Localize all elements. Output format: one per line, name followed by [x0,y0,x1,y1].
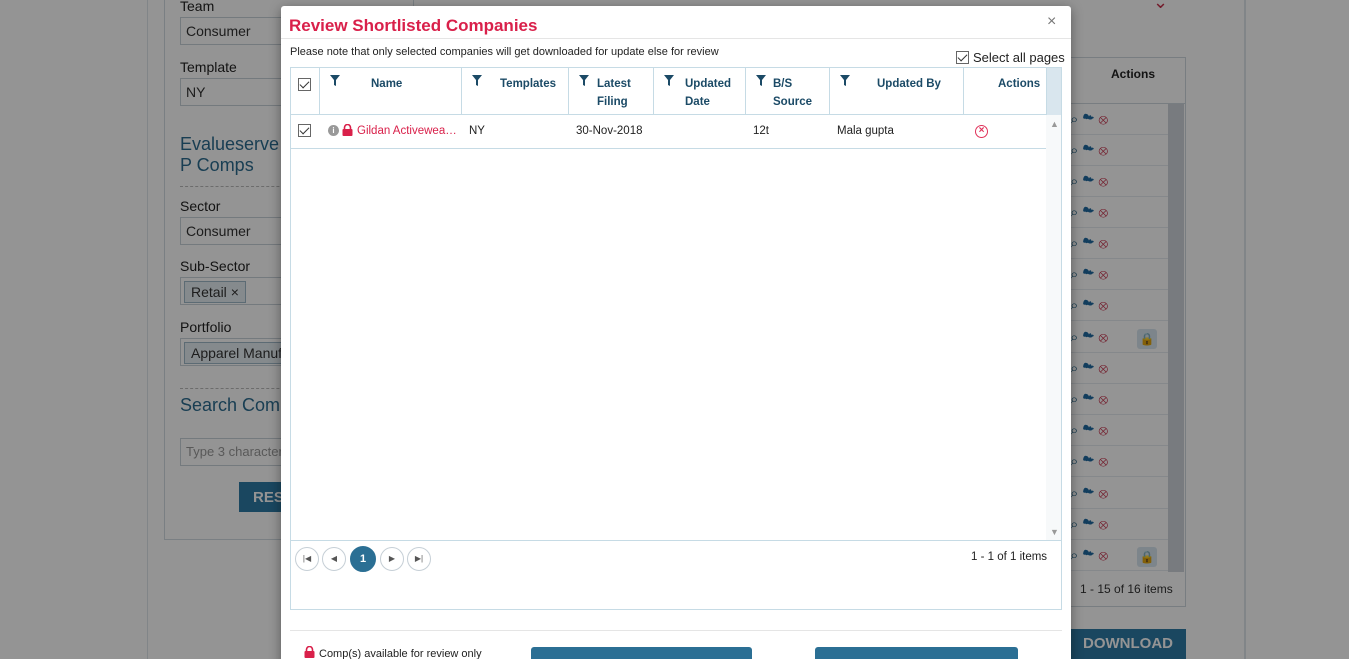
grid-header: Name Templates Latest Filing Updated Date … [291,68,1046,115]
bs-source-cell: 12t [753,125,769,137]
page-1-button[interactable]: 1 [350,546,376,572]
column-latest-filing-label: Latest Filing [597,75,631,111]
table-row[interactable]: i Gildan Activewea… NY 30-Nov-2018 12t M… [291,115,1046,149]
filter-icon[interactable] [756,75,766,86]
latest-filing-cell: 30-Nov-2018 [576,125,643,137]
updated-date-line1: Updated [685,78,731,90]
row-checkbox[interactable] [298,124,311,137]
bs-source-line1: B/S [773,78,793,90]
select-all-label: Select all pages [973,50,1065,65]
filter-icon[interactable] [579,75,589,86]
remove-icon[interactable]: × [975,124,988,138]
review-shortlisted-modal: Review Shortlisted Companies × Please no… [281,6,1071,659]
filter-icon[interactable] [840,75,850,86]
updated-date-line2: Date [685,96,710,108]
column-bs-source-label: B/S Source [773,75,812,111]
header-select-cell [291,68,320,115]
next-page-icon[interactable]: ▶ [380,547,404,571]
modal-title: Review Shortlisted Companies [289,16,538,35]
column-templates[interactable]: Templates [462,68,569,115]
pagination: |◀ ◀ 1 ▶ ▶| 1 - 1 of 1 items [291,540,1061,575]
prev-page-icon[interactable]: ◀ [322,547,346,571]
latest-filing-line1: Latest [597,78,631,90]
bs-source-line2: Source [773,96,812,108]
filter-icon[interactable] [664,75,674,86]
column-name-label: Name [371,78,403,90]
last-page-icon[interactable]: ▶| [407,547,431,571]
lock-icon [304,645,315,658]
column-actions: Actions [964,68,1046,115]
shortlist-grid: Name Templates Latest Filing Updated Date … [290,67,1062,610]
footer-secondary-button[interactable] [815,647,1018,659]
scroll-down-icon[interactable]: ▼ [1050,527,1059,537]
column-updated-by[interactable]: Updated By [830,68,964,115]
template-cell: NY [469,125,485,137]
divider [290,630,1062,631]
header-checkbox[interactable] [298,78,311,91]
column-actions-label: Actions [998,78,1041,90]
footer-primary-button[interactable] [531,647,752,659]
filter-icon[interactable] [472,75,482,86]
pager-info: 1 - 1 of 1 items [971,551,1048,563]
column-updated-date[interactable]: Updated Date [654,68,746,115]
close-icon[interactable]: × [1047,13,1056,31]
filter-icon[interactable] [330,75,340,86]
first-page-icon[interactable]: |◀ [295,547,319,571]
footer-note: Comp(s) available for review only [319,648,482,659]
modal-note: Please note that only selected companies… [290,46,719,58]
column-latest-filing[interactable]: Latest Filing [569,68,654,115]
column-bs-source[interactable]: B/S Source [746,68,830,115]
select-all-checkbox[interactable] [956,51,969,64]
column-updated-by-label: Updated By [877,78,941,90]
company-name-link[interactable]: Gildan Activewea… [357,125,457,137]
info-icon[interactable]: i [328,124,339,136]
column-templates-label: Templates [500,78,557,90]
divider [281,38,1071,39]
grid-scrollbar[interactable]: ▲ ▼ [1046,115,1061,540]
header-scroll-spacer [1046,68,1061,115]
lock-icon [342,123,353,139]
updated-by-cell: Mala gupta [837,125,894,137]
latest-filing-line2: Filing [597,96,628,108]
scroll-up-icon[interactable]: ▲ [1050,119,1059,129]
column-name[interactable]: Name [320,68,462,115]
grid-body: i Gildan Activewea… NY 30-Nov-2018 12t M… [291,115,1046,540]
column-updated-date-label: Updated Date [685,75,731,111]
select-all-pages[interactable]: Select all pages [956,50,1065,65]
